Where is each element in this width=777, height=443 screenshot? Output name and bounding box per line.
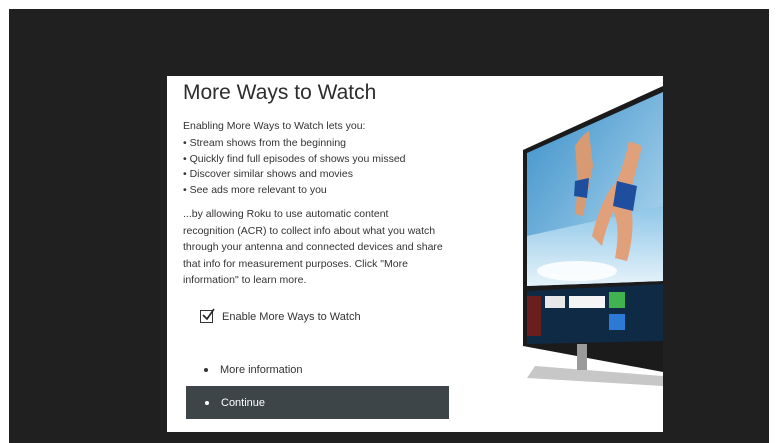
- bullet-icon: [205, 400, 209, 405]
- benefit-item: Stream shows from the beginning: [183, 136, 406, 152]
- tv-illustration: [523, 86, 663, 386]
- checkbox-box[interactable]: [200, 308, 215, 323]
- more-ways-to-watch-dialog: More Ways to Watch Enabling More Ways to…: [167, 76, 663, 432]
- more-information-label: More information: [220, 364, 303, 376]
- benefit-item: Discover similar shows and movies: [183, 167, 406, 183]
- bullet-icon: [204, 368, 208, 372]
- continue-button[interactable]: Continue: [186, 386, 449, 419]
- checkmark-icon: [202, 308, 215, 321]
- acr-line: ...by allowing Roku to use automatic con…: [183, 208, 389, 220]
- benefits-list: Stream shows from the beginning Quickly …: [183, 136, 406, 198]
- tv-screen-background: More Ways to Watch Enabling More Ways to…: [9, 9, 769, 443]
- tv-menu-bar: [527, 284, 663, 344]
- enable-more-ways-checkbox[interactable]: Enable More Ways to Watch: [200, 308, 361, 323]
- benefit-item: Quickly find full episodes of shows you …: [183, 152, 406, 168]
- checkbox-label: Enable More Ways to Watch: [222, 310, 361, 323]
- more-information-link[interactable]: More information: [204, 364, 303, 376]
- intro-text: Enabling More Ways to Watch lets you:: [183, 120, 366, 132]
- acr-description: ...by allowing Roku to use automatic con…: [183, 206, 503, 289]
- acr-line: through your antenna and connected devic…: [183, 241, 443, 253]
- acr-line: information" to learn more.: [183, 274, 307, 286]
- continue-label: Continue: [221, 396, 266, 409]
- acr-line: recognition (ACR) to collect info about …: [183, 224, 436, 237]
- tv-stand: [527, 366, 663, 386]
- dialog-title: More Ways to Watch: [183, 81, 377, 104]
- benefit-item: See ads more relevant to you: [183, 183, 406, 199]
- acr-line: that info for measurement purposes. Clic…: [183, 257, 408, 270]
